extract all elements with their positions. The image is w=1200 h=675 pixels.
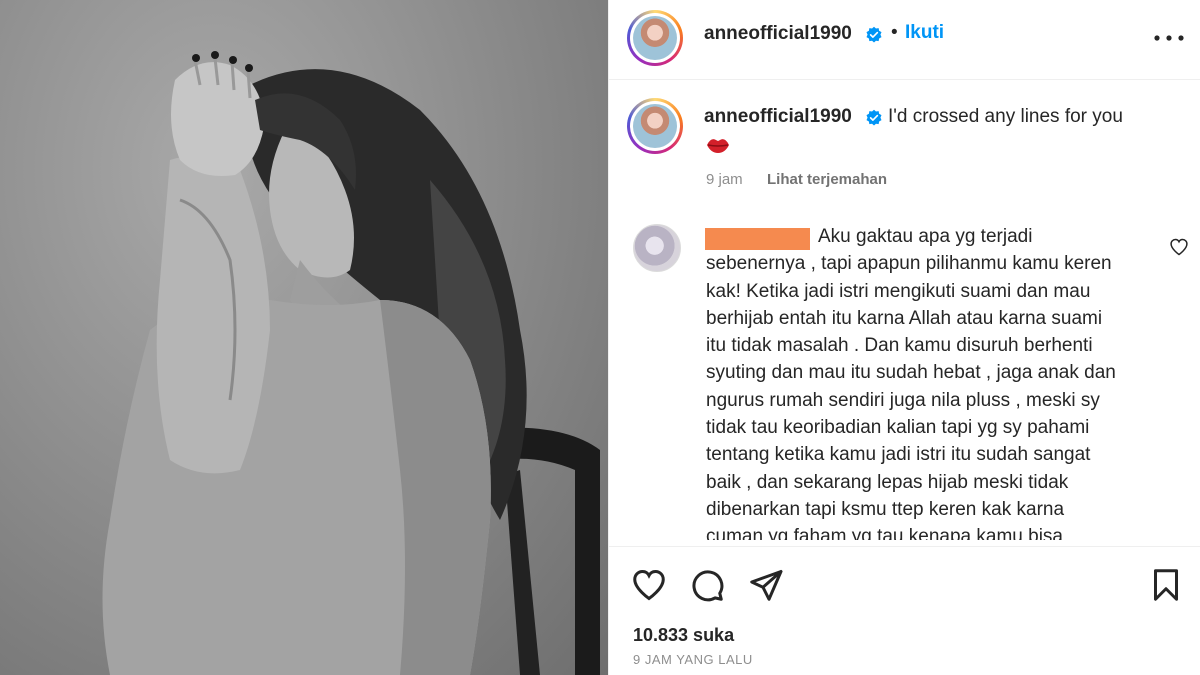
post-header: anneofficial1990 • Ikuti — [609, 0, 1200, 80]
verified-badge-icon — [866, 26, 882, 43]
like-heart-icon[interactable] — [631, 567, 667, 603]
more-options-icon[interactable] — [1149, 26, 1189, 50]
caption-text: I'd crossed any lines for you — [888, 106, 1123, 127]
caption-username[interactable]: anneofficial1990 — [704, 106, 852, 128]
post-time-ago: 9 JAM YANG LALU — [633, 652, 753, 667]
post-actions-bar: 10.833 suka 9 JAM YANG LALU — [609, 546, 1200, 675]
photo-illustration — [102, 51, 600, 675]
separator-dot: • — [891, 22, 898, 43]
caption-timestamp: 9 jam — [706, 171, 743, 188]
comment-text: Aku gaktau apa yg terjadi sebenernya , t… — [706, 226, 1116, 540]
post-detail-panel: anneofficial1990 • Ikuti anneofficial199… — [608, 0, 1200, 675]
lips-kiss-icon — [707, 139, 729, 153]
author-username[interactable]: anneofficial1990 — [704, 23, 852, 45]
verified-badge-icon — [866, 109, 882, 126]
share-paper-plane-icon[interactable] — [748, 567, 784, 603]
follow-button[interactable]: Ikuti — [905, 22, 944, 44]
see-translation-button[interactable]: Lihat terjemahan — [767, 171, 887, 188]
commenter-avatar[interactable] — [633, 224, 681, 272]
author-avatar[interactable] — [627, 10, 683, 66]
caption-author-avatar[interactable] — [627, 98, 683, 154]
post-photo[interactable] — [0, 0, 608, 675]
likes-count[interactable]: 10.833 suka — [633, 625, 734, 646]
comment-bubble-icon[interactable] — [689, 567, 725, 603]
comment-like-heart-icon[interactable] — [1169, 237, 1189, 257]
save-bookmark-icon[interactable] — [1148, 567, 1184, 603]
